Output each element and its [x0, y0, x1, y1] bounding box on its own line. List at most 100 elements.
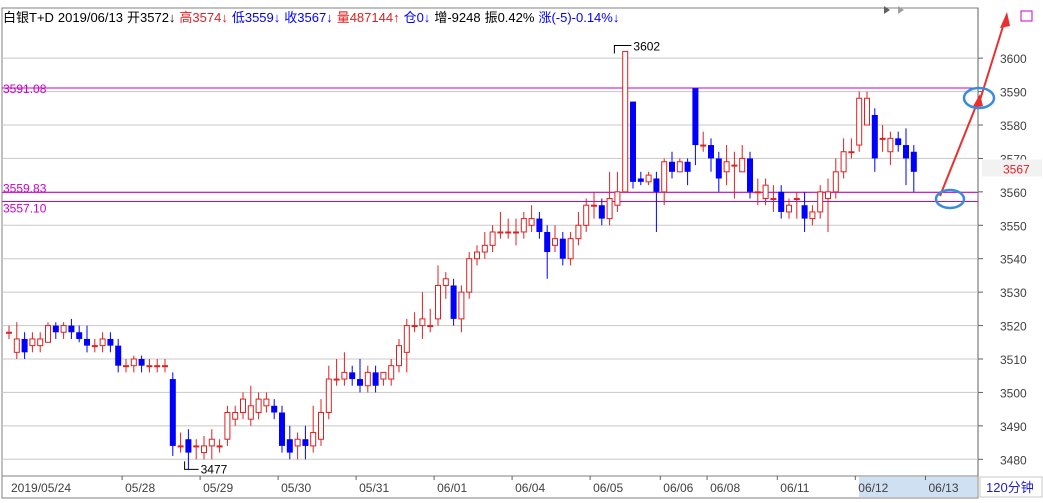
candle-body-down — [801, 205, 808, 219]
candle-body-up — [91, 345, 98, 348]
candle-body-up — [325, 378, 332, 413]
x-tick-label: 06/01 — [437, 481, 467, 495]
candle-body-up — [13, 338, 20, 353]
candle-body-up — [552, 238, 558, 246]
candle-body-up — [864, 97, 870, 126]
candle-body-up — [263, 398, 270, 407]
candle-body-up — [825, 191, 831, 200]
candle-body-up — [201, 445, 207, 454]
candle-body-up — [528, 218, 535, 226]
header-field: 量487144↑ — [337, 10, 400, 25]
candle-body-up — [310, 432, 317, 447]
candle-body-up — [45, 325, 51, 343]
price-axis-panel — [979, 8, 1042, 476]
x-tick-label: 05/30 — [281, 481, 311, 495]
x-tick-label: 2019/05/24 — [11, 481, 71, 495]
candle-body-down — [185, 439, 192, 453]
candle-body-up — [754, 191, 761, 194]
candle-body-up — [856, 97, 863, 146]
candle-body-down — [895, 138, 902, 146]
candle-body-up — [247, 405, 254, 420]
candle-body-down — [349, 372, 356, 380]
candle-body-up — [208, 438, 215, 447]
candle-body-up — [739, 157, 746, 173]
candle-body-down — [778, 191, 785, 212]
candle-body-up — [224, 411, 231, 440]
candle-body-up — [60, 325, 67, 333]
candle-body-down — [76, 332, 83, 339]
candle-body-up — [193, 445, 200, 448]
candle-body-up — [255, 398, 262, 413]
candle-body-down — [637, 178, 644, 182]
candle-body-down — [169, 379, 176, 446]
y-tick-label: 3510 — [1000, 353, 1027, 367]
candle-body-down — [115, 345, 122, 366]
level-label: 3591.08 — [3, 82, 47, 96]
candle-body-up — [879, 137, 886, 140]
candle-body-up — [99, 338, 106, 347]
candle-body-up — [887, 137, 894, 153]
candle-body-up — [411, 325, 418, 328]
candlestick-chart[interactable]: 3480 3490 3500 3510 3520 3530 3540 3550 3560 3570… — [0, 0, 1043, 499]
candle-body-up — [645, 174, 652, 183]
candle-body-down — [544, 231, 551, 253]
candle-body-up — [513, 231, 519, 234]
candle-body-up — [700, 144, 707, 147]
candle-body-down — [871, 114, 878, 159]
x-tick-label: 06/13 — [929, 481, 959, 495]
header-field: 振0.42% — [485, 10, 535, 25]
candle-body-up — [294, 438, 301, 447]
candle-body-up — [786, 204, 792, 213]
x-tick-label: 06/04 — [515, 481, 545, 495]
x-tick-label: 05/29 — [203, 481, 233, 495]
y-tick-label: 3490 — [1000, 420, 1027, 434]
y-tick-label: 3530 — [1000, 286, 1027, 300]
candle-body-down — [692, 88, 699, 146]
x-tick-label: 06/08 — [710, 481, 740, 495]
y-tick-label: 3580 — [1000, 119, 1027, 133]
y-tick-label: 3560 — [1000, 186, 1027, 200]
candle-body-up — [380, 371, 387, 380]
candle-body-up — [622, 50, 629, 193]
candle-body-up — [216, 445, 223, 448]
candle-body-up — [489, 231, 496, 246]
candle-body-up — [606, 198, 613, 220]
candle-body-up — [676, 161, 683, 173]
candle-body-up — [388, 365, 395, 380]
candle-body-down — [372, 372, 379, 386]
candle-body-up — [848, 151, 855, 154]
x-tick-label: 06/12 — [858, 481, 888, 495]
last-price-label: 3567 — [1003, 162, 1030, 176]
candle-body-down — [559, 238, 566, 259]
chart-canvas[interactable]: 3480349035003510352035303540355035603570… — [0, 0, 1043, 499]
candle-body-up — [474, 251, 480, 260]
header-field: 涨(-5)-0.14%↓ — [538, 10, 619, 25]
candle-body-down — [684, 161, 691, 172]
candle-body-up — [793, 198, 800, 201]
candle-body-up — [37, 338, 44, 347]
header-field: 增-9248 — [434, 10, 480, 25]
level-label: 3559.83 — [3, 181, 47, 195]
candle-body-up — [442, 278, 449, 286]
candle-body-up — [232, 411, 239, 420]
candle-body-up — [6, 331, 12, 334]
x-tick-label: 05/28 — [125, 481, 155, 495]
candle-body-down — [138, 359, 145, 366]
candle-body-up — [458, 291, 465, 320]
header-field: 白银T+D — [3, 10, 54, 25]
candle-body-down — [302, 439, 309, 446]
candle-body-up — [466, 258, 473, 293]
candle-body-down — [21, 338, 28, 353]
candle-body-up — [591, 204, 597, 207]
candle-body-down — [107, 338, 114, 346]
candle-body-up — [333, 378, 340, 381]
header-field: 高3574↓ — [179, 10, 227, 25]
candle-body-up — [520, 218, 527, 233]
candle-body-up — [130, 358, 137, 367]
candle-body-down — [84, 338, 90, 346]
candle-body-up — [146, 365, 153, 368]
candle-body-up — [435, 284, 441, 320]
x-tick-label: 05/31 — [359, 481, 389, 495]
candle-body-up — [318, 411, 324, 440]
candle-body-up — [505, 231, 512, 234]
